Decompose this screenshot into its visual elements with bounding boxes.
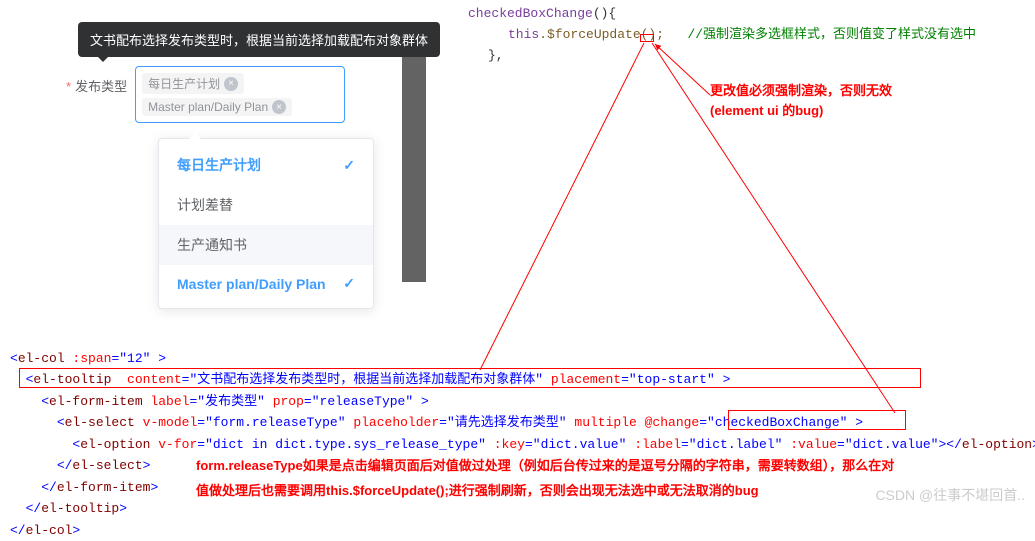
check-icon: ✓: [343, 157, 355, 174]
annotation-2: (element ui 的bug): [710, 100, 823, 119]
check-icon: ✓: [343, 275, 355, 292]
dropdown-option[interactable]: 生产通知书: [159, 225, 373, 265]
select-dropdown: 每日生产计划✓ 计划差替 生产通知书 Master plan/Daily Pla…: [158, 138, 374, 309]
dropdown-option[interactable]: Master plan/Daily Plan✓: [159, 265, 373, 302]
tag-1: 每日生产计划×: [142, 73, 244, 94]
tag-close-icon[interactable]: ×: [224, 77, 238, 91]
watermark: CSDN @往事不堪回首..: [875, 485, 1025, 505]
highlight-box: [640, 34, 654, 42]
release-type-select[interactable]: 每日生产计划× Master plan/Daily Plan×: [135, 66, 345, 123]
form-row: *发布类型 每日生产计划× Master plan/Daily Plan×: [66, 66, 345, 123]
code-snippet-top: checkedBoxChange(){ this.$forceUpdate();…: [468, 4, 976, 66]
required-star: *: [66, 79, 71, 94]
highlight-box-change: [728, 410, 906, 430]
tag-close-icon[interactable]: ×: [272, 100, 286, 114]
tag-2: Master plan/Daily Plan×: [142, 98, 292, 116]
dropdown-option[interactable]: 计划差替: [159, 185, 373, 225]
annotation-3: form.releaseType如果是点击编辑页面后对值做过处理（例如后台传过来…: [196, 455, 894, 474]
highlight-box-tooltip: [19, 368, 921, 388]
form-label: *发布类型: [66, 66, 127, 95]
annotation-1: 更改值必须强制渲染，否则无效: [710, 80, 892, 99]
annotation-4: 值做处理后也需要调用this.$forceUpdate();进行强制刷新，否则会…: [196, 480, 759, 499]
dropdown-option[interactable]: 每日生产计划✓: [159, 145, 373, 185]
tooltip: 文书配布选择发布类型时，根据当前选择加载配布对象群体: [78, 22, 440, 57]
panel-edge: [402, 48, 426, 282]
